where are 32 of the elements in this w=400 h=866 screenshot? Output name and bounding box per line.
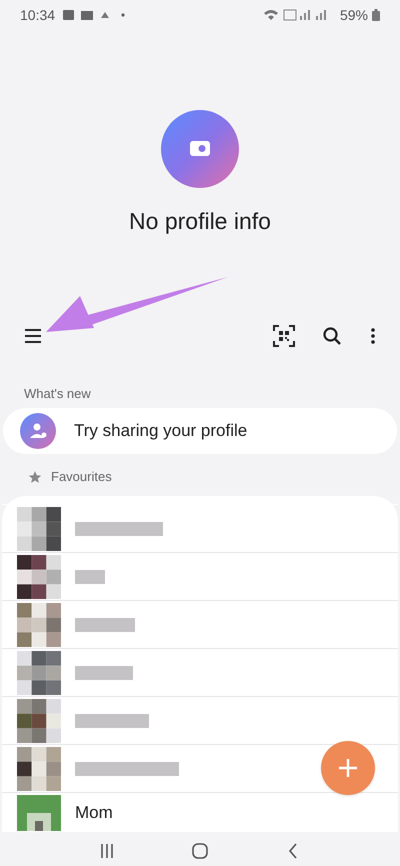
triangle-icon (101, 12, 110, 18)
share-profile-card[interactable]: Try sharing your profile (3, 408, 397, 454)
back-icon (288, 843, 298, 859)
battery-icon (372, 9, 380, 21)
star-icon (28, 470, 42, 484)
contact-row[interactable] (2, 648, 398, 696)
home-button[interactable] (190, 841, 210, 861)
blurred-name (75, 618, 135, 632)
recent-apps-icon (100, 843, 114, 859)
search-icon (323, 327, 341, 345)
profile-title: No profile info (129, 207, 271, 236)
share-profile-icon (20, 413, 56, 449)
dot-icon (121, 13, 126, 17)
qr-code-icon (273, 325, 295, 347)
status-time: 10:34 (20, 6, 56, 24)
home-icon (192, 843, 208, 859)
battery-percent: 59% (340, 6, 368, 24)
more-options-button[interactable] (368, 325, 378, 347)
section-heading: Favourites (51, 468, 112, 486)
plus-icon (338, 758, 358, 778)
message-icon (81, 10, 94, 20)
contact-name: Mom (75, 802, 113, 824)
blurred-name (75, 666, 133, 680)
contact-row[interactable] (2, 552, 398, 600)
qr-code-button[interactable] (272, 324, 296, 348)
menu-icon (24, 329, 42, 343)
blurred-name (75, 570, 105, 584)
search-button[interactable] (321, 325, 343, 347)
notification-icon (63, 10, 74, 20)
more-options-icon (371, 328, 375, 344)
section-heading: What's new (24, 385, 92, 402)
contact-row[interactable] (2, 696, 398, 744)
